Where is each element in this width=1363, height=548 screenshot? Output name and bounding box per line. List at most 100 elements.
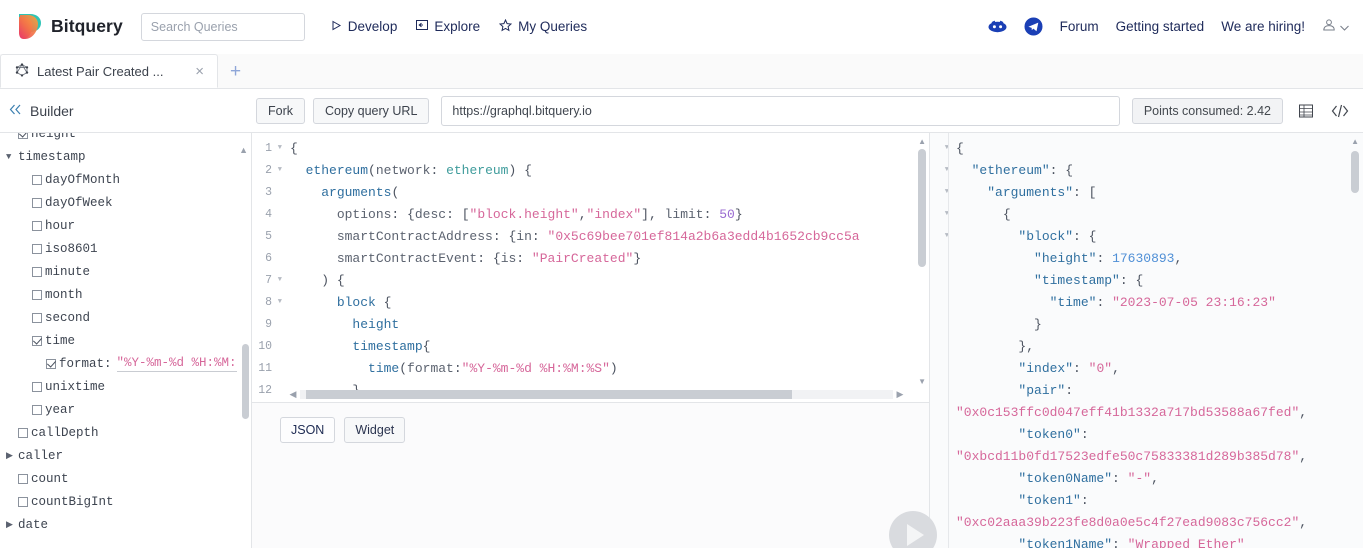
line-number: 7 ▼ [265,273,282,287]
editor-vertical-scrollbar[interactable]: ▲ ▼ [918,137,926,386]
checkbox-count[interactable] [18,473,28,484]
chevron-down-icon[interactable] [6,152,18,162]
brand-logo[interactable]: Bitquery [16,12,123,41]
tree-node-hour[interactable]: hour [6,214,251,237]
editor-line: 10 timestamp{ [252,335,929,357]
fork-button[interactable]: Fork [256,97,305,124]
fold-arrow-icon[interactable]: ▼ [275,298,282,306]
search-input[interactable] [140,12,305,41]
scroll-up-icon[interactable]: ▲ [918,137,926,146]
json-line-text: "token1Name": "Wrapped Ether" [1018,536,1245,548]
bitquery-logo-icon [16,12,42,41]
scroll-up-icon[interactable]: ▲ [1351,137,1359,146]
json-fold-arrow-icon[interactable]: ▼ [930,144,954,152]
checkbox-dayofweek[interactable] [32,197,42,208]
builder-label: Builder [30,102,74,119]
scroll-right-icon[interactable]: ▶ [893,389,907,400]
tree-node-iso8601[interactable]: iso8601 [6,237,251,260]
nav-item-explore[interactable]: Explore [416,19,480,34]
editor-line: 8 ▼ block { [252,291,929,313]
checkbox-calldepth[interactable] [18,427,28,438]
tree-node-date[interactable]: date [6,513,251,536]
nav-item-my-queries[interactable]: My Queries [498,18,587,35]
checkbox-year[interactable] [32,404,42,415]
editor-line-text: timestamp{ [352,338,431,354]
link-getting-started[interactable]: Getting started [1116,19,1205,34]
argument-value-input[interactable]: "%Y-%m-%d %H:%M: [116,356,237,372]
tree-node-time[interactable]: time [6,329,251,352]
json-vertical-scrollbar[interactable]: ▲ [1351,137,1359,544]
discord-icon[interactable] [988,17,1007,36]
tree-node-format[interactable]: format: "%Y-%m-%d %H:%M: [6,352,251,375]
json-v-thumb[interactable] [1351,151,1359,193]
graphql-editor[interactable]: 1 ▼{2 ▼ ethereum(network: ethereum) {3 arg… [252,133,929,403]
checkbox-dayofmonth[interactable] [32,174,42,185]
add-tab-button[interactable]: + [218,61,253,83]
editor-v-thumb[interactable] [918,149,926,267]
copy-query-url-button[interactable]: Copy query URL [313,97,430,124]
checkbox-month[interactable] [32,289,42,300]
tree-node-countbigint[interactable]: countBigInt [6,490,251,513]
checkbox-countbigint[interactable] [18,496,28,507]
tree-scrollbar[interactable]: ▲ [239,139,249,546]
json-fold-arrow-icon[interactable]: ▼ [930,210,954,218]
code-brackets-icon[interactable] [1329,100,1351,122]
checkbox-unixtime[interactable] [32,381,42,392]
table-view-icon[interactable] [1295,100,1317,122]
link-forum[interactable]: Forum [1060,19,1099,34]
tree-node-year[interactable]: year [6,398,251,421]
tree-node-unixtime[interactable]: unixtime [6,375,251,398]
nav-item-develop[interactable]: Develop [331,19,397,34]
checkbox-second[interactable] [32,312,42,323]
tree-node-label: time [45,333,76,348]
json-fold-arrow-icon[interactable]: ▼ [930,188,954,196]
json-line-text: "timestamp": { [1034,272,1144,288]
close-icon[interactable]: × [192,64,207,79]
checkbox-format[interactable] [46,358,56,369]
query-tab[interactable]: Latest Pair Created ... × [0,54,218,88]
checkbox-time[interactable] [32,335,42,346]
chevron-right-icon[interactable] [6,451,18,461]
telegram-icon[interactable] [1024,17,1043,36]
json-fold-arrow-icon[interactable]: ▼ [930,232,954,240]
bitquery-graphql-ide: Bitquery Develop Explore My Queries [0,0,1363,548]
scroll-up-icon[interactable]: ▲ [239,145,248,155]
tree-scroll-thumb[interactable] [242,344,249,419]
fold-arrow-icon[interactable]: ▼ [275,166,282,174]
editor-h-track[interactable] [300,390,893,399]
json-fold-arrow-icon[interactable]: ▼ [930,166,954,174]
tree-node-height[interactable]: height [6,133,251,145]
chevron-right-icon[interactable] [6,520,18,530]
tree-node-month[interactable]: month [6,283,251,306]
scroll-left-icon[interactable]: ◀ [286,389,300,400]
editor-h-thumb[interactable] [306,390,793,399]
checkbox-height[interactable] [18,133,28,139]
editor-horizontal-scrollbar[interactable]: ◀ ▶ [286,389,907,400]
json-line-text: "0xc02aaa39b223fe8d0a0e5c4f27ead9083c756… [956,514,1308,530]
tree-node-minute[interactable]: minute [6,260,251,283]
checkbox-minute[interactable] [32,266,42,277]
tree-node-count[interactable]: count [6,467,251,490]
link-we-are-hiring[interactable]: We are hiring! [1221,19,1305,34]
endpoint-url-input[interactable] [441,95,1120,126]
user-menu-button[interactable] [1322,18,1349,35]
chevron-down-icon [1340,19,1349,34]
json-result-pane[interactable]: ▼{▼ "ethereum": {▼ "arguments": [▼ {▼ "b… [930,133,1363,548]
tab-json[interactable]: JSON [280,417,336,443]
json-line-text: "height": 17630893, [1034,250,1183,266]
tree-node-dayofweek[interactable]: dayOfWeek [6,191,251,214]
tree-node-timestamp[interactable]: timestamp [6,145,251,168]
scroll-down-icon[interactable]: ▼ [918,377,926,386]
fold-arrow-icon[interactable]: ▼ [275,144,282,152]
builder-toggle[interactable]: Builder [4,103,256,119]
fold-arrow-icon[interactable]: ▼ [275,276,282,284]
checkbox-iso8601[interactable] [32,243,42,254]
checkbox-hour[interactable] [32,220,42,231]
json-line-text: }, [1018,338,1035,354]
tree-node-calldepth[interactable]: callDepth [6,421,251,444]
tab-widget[interactable]: Widget [344,417,406,443]
tree-node-label: callDepth [31,425,99,440]
tree-node-dayofmonth[interactable]: dayOfMonth [6,168,251,191]
tree-node-second[interactable]: second [6,306,251,329]
tree-node-caller[interactable]: caller [6,444,251,467]
